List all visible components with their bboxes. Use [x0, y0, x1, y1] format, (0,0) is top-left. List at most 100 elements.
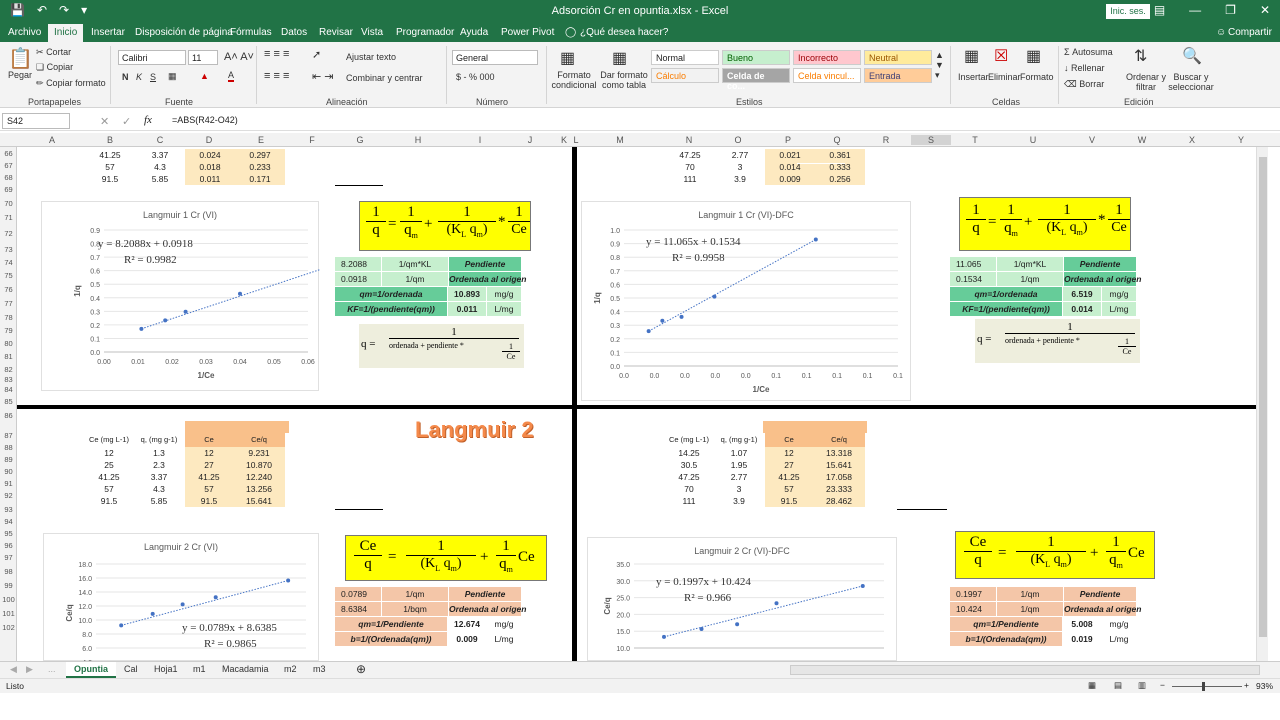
data-cell[interactable]: 13.256 — [233, 483, 285, 495]
data-cell[interactable]: 41.25 — [85, 149, 135, 161]
data-cell[interactable]: 41.25 — [85, 471, 133, 483]
enter-icon[interactable]: ✓ — [122, 115, 131, 128]
data-cell[interactable]: 2.3 — [133, 459, 185, 471]
col-header[interactable]: F — [292, 135, 332, 145]
col-header[interactable]: U — [1013, 135, 1053, 145]
find-select-button[interactable]: Buscar y seleccionar — [1166, 72, 1216, 92]
row-header[interactable]: 74 — [0, 258, 17, 267]
result-cell[interactable]: 1/qm — [382, 587, 448, 601]
fill-button[interactable]: ↓ Rellenar — [1064, 63, 1105, 73]
row-header[interactable]: 85 — [0, 397, 17, 406]
tab-ayuda[interactable]: Ayuda — [460, 27, 488, 38]
row-header[interactable]: 73 — [0, 245, 17, 254]
row-header[interactable]: 96 — [0, 541, 17, 550]
row-header[interactable]: 92 — [0, 491, 17, 500]
insert-cells-button[interactable]: Insertar — [958, 72, 989, 82]
data-cell[interactable]: 2.77 — [713, 471, 765, 483]
chart-langmuir2-crvi-dfc[interactable]: Langmuir 2 Cr (VI)-DFC 35.0 30.0 25.0 20.0 1… — [587, 537, 897, 661]
data-cell[interactable]: 1.3 — [133, 447, 185, 459]
data-cell[interactable]: 14.25 — [665, 447, 713, 459]
data-cell[interactable]: 30.5 — [665, 459, 713, 471]
result-cell[interactable]: L/mg — [1102, 632, 1136, 646]
result-cell[interactable]: b=1/(Ordenada(qm)) — [335, 632, 447, 646]
maximize-icon[interactable]: ❐ — [1225, 3, 1236, 17]
data-cell[interactable]: 111 — [665, 495, 713, 507]
ribbon-display-icon[interactable]: ▤ — [1154, 3, 1165, 17]
data-cell[interactable]: 0.009 — [765, 173, 815, 185]
result-cell[interactable]: mg/g — [487, 287, 521, 301]
result-cell[interactable]: 6.519 — [1063, 287, 1101, 301]
data-cell[interactable]: 57 — [185, 483, 233, 495]
data-cell[interactable]: 57 — [85, 483, 133, 495]
result-cell[interactable]: 1/qm — [997, 587, 1063, 601]
next-sheet-icon[interactable]: ▶ — [26, 664, 33, 675]
page-layout-icon[interactable]: ▤ — [1114, 680, 1122, 691]
row-header[interactable]: 69 — [0, 185, 17, 194]
row-header[interactable]: 71 — [0, 213, 17, 222]
data-cell[interactable]: 0.233 — [235, 161, 285, 173]
result-cell[interactable]: 8.6384 — [335, 602, 381, 616]
merge-center-button[interactable]: Combinar y centrar — [346, 73, 423, 83]
result-cell[interactable]: qm=1/ordenada — [335, 287, 447, 301]
format-cells-icon[interactable]: ▦ — [1026, 46, 1041, 66]
row-header[interactable]: 87 — [0, 431, 17, 440]
data-cell[interactable]: 3.37 — [133, 471, 185, 483]
row-header[interactable]: 90 — [0, 467, 17, 476]
result-cell[interactable]: 1/qm*KL — [382, 257, 448, 271]
result-cell[interactable]: Ordenada al origen — [449, 602, 526, 616]
data-cell[interactable]: 4.3 — [133, 483, 185, 495]
result-cell[interactable]: Pendiente — [1064, 257, 1136, 271]
col-header[interactable]: Q — [817, 135, 857, 145]
style-celda-vinculada[interactable]: Celda vincul... — [793, 68, 861, 83]
normal-view-icon[interactable]: ▦ — [1088, 680, 1096, 691]
zoom-level[interactable]: 93% — [1256, 681, 1273, 691]
header-cell[interactable]: Ce (mg L-1) — [85, 433, 133, 447]
add-sheet-icon[interactable]: ⊕ — [356, 662, 366, 676]
data-cell[interactable]: 0.256 — [815, 173, 865, 185]
result-cell[interactable]: 11.065 — [950, 257, 996, 271]
clear-button[interactable]: ⌫ Borrar — [1064, 79, 1104, 90]
paste-button[interactable]: Pegar — [8, 70, 32, 80]
paste-icon[interactable]: 📋 — [8, 46, 33, 71]
tab-insertar[interactable]: Insertar — [91, 27, 125, 38]
data-cell[interactable]: 27 — [765, 459, 813, 471]
tab-inicio[interactable]: Inicio — [48, 24, 84, 42]
data-cell[interactable]: 9.231 — [233, 447, 285, 459]
sheet-tab-hoja1[interactable]: Hoja1 — [154, 664, 178, 674]
data-cell[interactable]: 57 — [765, 483, 813, 495]
minimize-icon[interactable]: — — [1189, 3, 1201, 17]
result-cell[interactable]: L/mg — [1102, 302, 1136, 316]
delete-cells-button[interactable]: Eliminar — [988, 72, 1021, 82]
row-header[interactable]: 95 — [0, 529, 17, 538]
data-cell[interactable]: 3 — [713, 483, 765, 495]
result-cell[interactable]: 5.008 — [1063, 617, 1101, 631]
data-cell[interactable]: 0.018 — [185, 161, 235, 173]
result-cell[interactable]: 12.674 — [448, 617, 486, 631]
col-header[interactable]: I — [460, 135, 500, 145]
data-cell[interactable]: 3 — [715, 161, 765, 173]
col-header[interactable]: P — [768, 135, 808, 145]
header-cell[interactable]: Ce/q — [233, 433, 285, 447]
zoom-in-icon[interactable]: + — [1244, 680, 1249, 690]
grow-font-icon[interactable]: A˄ A˅ — [224, 51, 254, 63]
fill-color-icon[interactable]: ▲ — [200, 71, 209, 81]
data-cell[interactable]: 0.011 — [185, 173, 235, 185]
format-painter-button[interactable]: ✏ Copiar formato — [36, 78, 106, 89]
col-header[interactable]: C — [140, 135, 180, 145]
data-cell[interactable]: 12 — [85, 447, 133, 459]
worksheet-grid[interactable]: 41.25 3.37 0.024 0.297 57 4.3 0.018 0.233 91.5 5.… — [17, 147, 1268, 661]
result-cell[interactable]: 0.009 — [448, 632, 486, 646]
row-header[interactable]: 80 — [0, 339, 17, 348]
more-sheets-icon[interactable]: ... — [48, 664, 56, 674]
row-header[interactable]: 98 — [0, 567, 17, 576]
share-button[interactable]: Compartir — [1228, 27, 1272, 38]
zoom-slider[interactable] — [1172, 686, 1242, 687]
row-header[interactable]: 75 — [0, 271, 17, 280]
function-icon[interactable]: fx — [144, 114, 152, 126]
result-cell[interactable]: KF=1/(pendiente(qm)) — [335, 302, 447, 316]
data-cell[interactable]: 0.021 — [765, 149, 815, 161]
style-neutral[interactable]: Neutral — [864, 50, 932, 65]
row-header[interactable]: 100 — [0, 595, 17, 604]
style-calculo[interactable]: Cálculo — [651, 68, 719, 83]
data-cell[interactable]: 25 — [85, 459, 133, 471]
